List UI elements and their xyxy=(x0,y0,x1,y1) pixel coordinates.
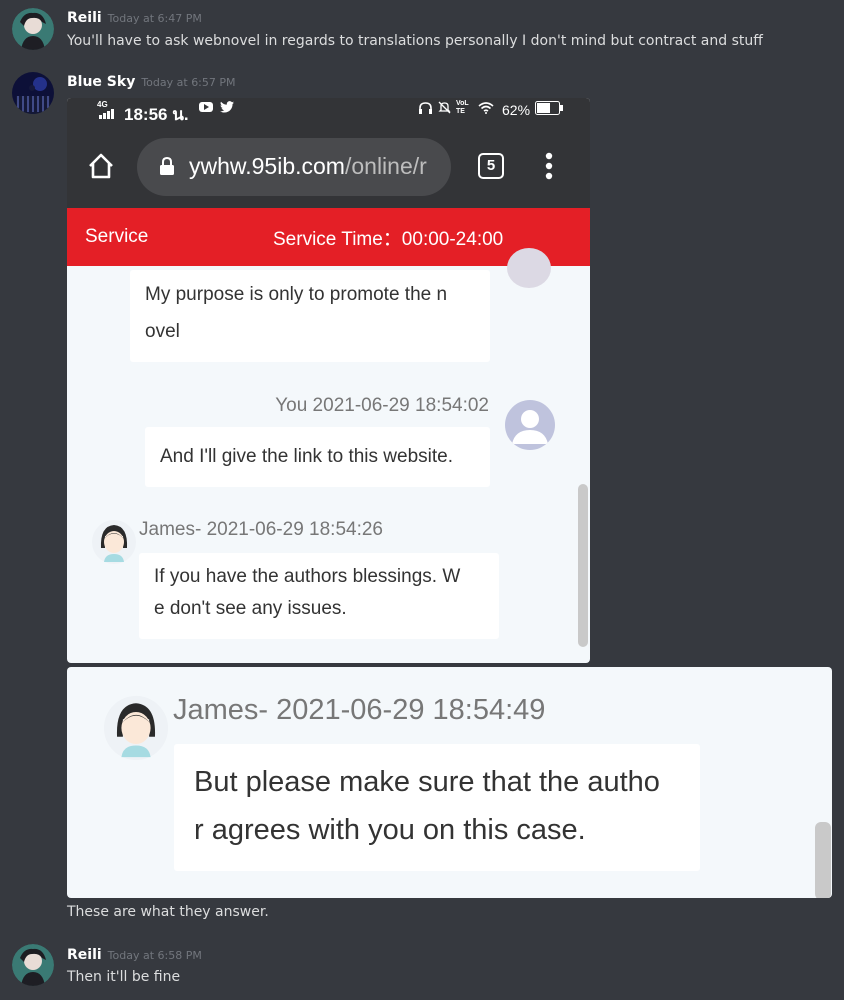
username[interactable]: Reili Today at 6:47 PM xyxy=(67,10,202,26)
message-caption: These are what they answer. xyxy=(67,904,269,920)
bubble-line: But please make sure that the autho xyxy=(194,766,660,798)
mute-icon xyxy=(438,101,451,114)
network-label: 4G xyxy=(97,100,108,109)
signal-icon xyxy=(99,109,114,119)
bubble-line: My purpose is only to promote the n xyxy=(145,284,448,305)
zoomed-screenshot-attachment[interactable]: James- 2021-06-29 18:54:49 But please ma… xyxy=(67,667,832,898)
url-bar[interactable]: ywhw.95ib.com/online/r xyxy=(137,138,451,196)
home-icon[interactable] xyxy=(87,152,115,180)
scrollbar[interactable] xyxy=(578,484,588,647)
message-3: Reili Today at 6:58 PM Then it'll be fine xyxy=(0,938,844,1000)
avatar[interactable] xyxy=(12,8,54,50)
message-meta: You 2021-06-29 18:54:02 xyxy=(275,395,489,416)
chat-bubble: And I'll give the link to this website. xyxy=(145,427,490,487)
message-1: Reili Today at 6:47 PM You'll have to ask… xyxy=(0,0,844,60)
avatar[interactable] xyxy=(12,72,54,114)
battery-percent: 62% xyxy=(502,102,531,118)
lock-icon xyxy=(160,156,174,175)
timestamp: Today at 6:47 PM xyxy=(107,12,202,25)
headphones-icon xyxy=(419,102,432,114)
message-meta: James- 2021-06-29 18:54:26 xyxy=(139,519,383,540)
timestamp: Today at 6:58 PM xyxy=(107,949,202,962)
status-bar: 4G 18:56 น. VoLTE 62% xyxy=(67,98,590,128)
volte-label: VoLTE xyxy=(456,100,469,115)
user-avatar xyxy=(505,400,555,450)
service-label: Service xyxy=(85,226,149,247)
username[interactable]: Blue Sky Today at 6:57 PM xyxy=(67,74,236,90)
agent-avatar xyxy=(103,693,169,763)
message-meta: James- 2021-06-29 18:54:49 xyxy=(173,694,546,726)
wifi-icon xyxy=(478,102,494,114)
message-text: You'll have to ask webnovel in regards t… xyxy=(67,33,763,49)
status-time: 18:56 น. xyxy=(124,105,189,124)
twitter-icon xyxy=(220,101,234,113)
username[interactable]: Reili Today at 6:58 PM xyxy=(67,947,202,963)
url-host: ywhw.95ib.com xyxy=(189,153,345,179)
tab-count: 5 xyxy=(486,157,496,174)
bubble-line: e don't see any issues. xyxy=(154,598,347,619)
agent-avatar xyxy=(92,518,136,566)
browser-toolbar: ywhw.95ib.com/online/r 5 xyxy=(67,128,590,208)
phone-screenshot-attachment[interactable]: 4G 18:56 น. VoLTE 62% ywhw.95ib.com/onli… xyxy=(67,98,590,663)
bubble-line: ovel xyxy=(145,321,180,342)
battery-icon xyxy=(535,101,563,115)
url-path: /online/r xyxy=(344,153,427,179)
chat-bubble: If you have the authors blessings. W e d… xyxy=(139,553,499,639)
bubble-line: And I'll give the link to this website. xyxy=(160,446,453,467)
chat-bubble: But please make sure that the autho r ag… xyxy=(174,744,700,871)
avatar[interactable] xyxy=(12,944,54,986)
chat-bubble: My purpose is only to promote the n ovel xyxy=(130,270,490,362)
more-vert-icon[interactable] xyxy=(544,152,554,180)
youtube-icon xyxy=(199,102,213,112)
scrollbar[interactable] xyxy=(815,822,831,898)
bubble-line: If you have the authors blessings. W xyxy=(154,566,461,587)
timestamp: Today at 6:57 PM xyxy=(141,76,236,89)
tabs-icon[interactable]: 5 xyxy=(478,153,504,179)
bubble-line: r agrees with you on this case. xyxy=(194,814,586,846)
avatar-partial xyxy=(507,248,551,288)
message-text: Then it'll be fine xyxy=(67,969,181,985)
service-time: Service Time：00:00-24:00 xyxy=(273,229,504,250)
